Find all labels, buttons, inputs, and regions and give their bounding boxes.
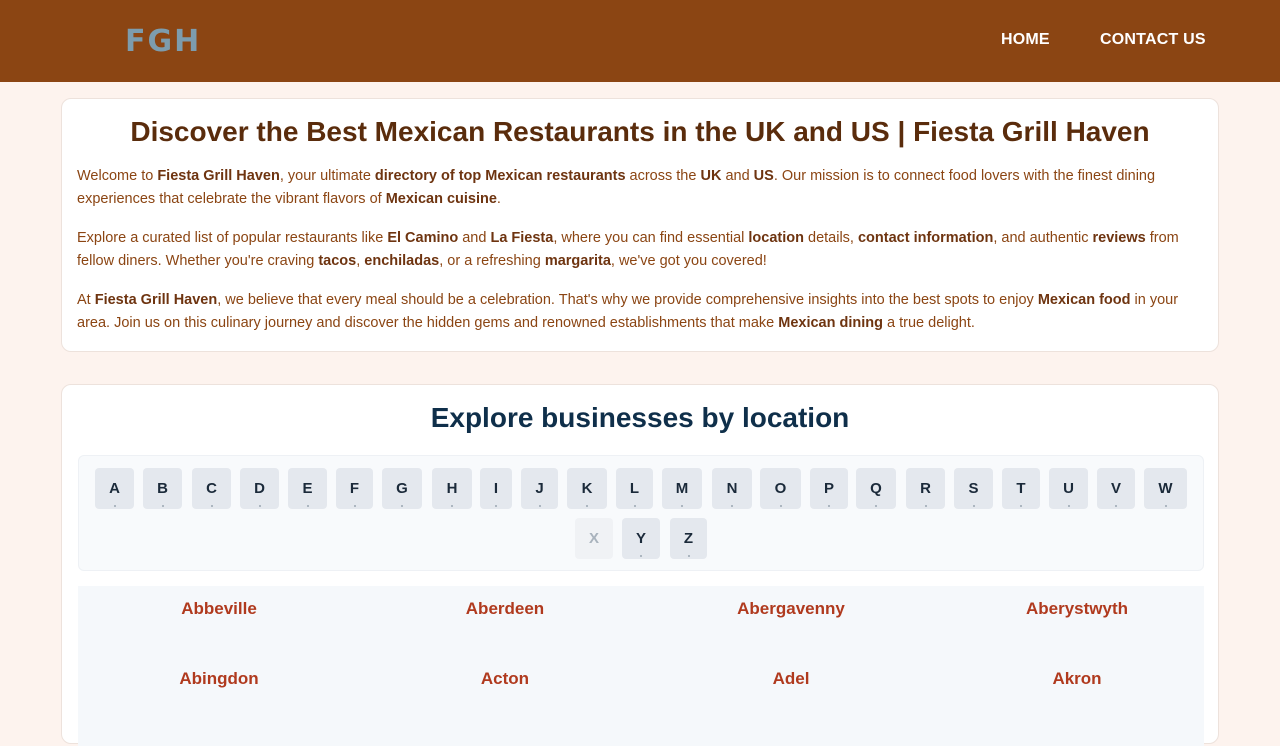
letter-filter-r[interactable]: R [906,468,945,509]
letter-filter-v[interactable]: V [1097,468,1135,509]
city-link[interactable]: Adel [650,669,932,689]
site-header: FGH HOME CONTACT US [0,0,1280,82]
letter-label: E [302,480,313,497]
letter-filter-t[interactable]: T [1002,468,1040,509]
intro-paragraph-2: Explore a curated list of popular restau… [77,230,1179,269]
letter-indicator-dot [161,505,164,507]
letter-filter-u[interactable]: U [1049,468,1088,509]
page-title: Discover the Best Mexican Restaurants in… [130,116,1150,147]
intro-paragraph-1: Welcome to Fiesta Grill Haven, your ulti… [77,168,1156,207]
city-link[interactable]: Aberdeen [364,599,646,619]
location-section-title: Explore businesses by location [430,402,850,433]
letter-filter-i[interactable]: I [480,468,512,509]
letter-indicator-dot [687,555,690,557]
letter-filter-d[interactable]: D [240,468,279,509]
city-link[interactable]: Akron [936,669,1218,689]
letter-filter-x: X [575,518,613,559]
alphabet-filter: A B C D E F G H I J K L M N O P Q R S T U V W X Y Z [78,455,1204,571]
letter-label: J [535,480,544,497]
letter-label: Q [870,480,882,497]
letter-filter-m[interactable]: M [662,468,702,509]
letter-indicator-dot [972,505,975,507]
letter-filter-l[interactable]: L [616,468,653,509]
letter-filter-f[interactable]: F [336,468,373,509]
letter-indicator-dot [640,555,642,557]
letter-label: M [675,480,689,497]
letter-filter-c[interactable]: C [192,468,231,509]
letter-indicator-dot [875,505,877,507]
letter-filter-g[interactable]: G [382,468,422,509]
letter-indicator-dot [681,505,683,507]
letter-indicator-dot [538,505,541,507]
city-link[interactable]: Acton [364,669,646,689]
city-link[interactable]: Abergavenny [650,599,932,619]
letter-indicator-dot [1067,505,1070,507]
letter-label: Y [635,530,646,547]
letter-filter-o[interactable]: O [760,468,801,509]
city-link[interactable]: Aberystwyth [936,599,1218,619]
city-grid: Abbeville Aberdeen Abergavenny Aberystwyth A… [78,586,1204,746]
city-link[interactable]: Abbeville [78,599,360,619]
letter-indicator-dot [353,505,356,507]
letter-label: Z [683,530,694,547]
letter-indicator-dot [495,505,497,507]
letter-label: B [157,480,168,497]
letter-filter-p[interactable]: P [810,468,848,509]
letter-indicator-dot [210,505,213,507]
intro-paragraph-3: At Fiesta Grill Haven, we believe that e… [77,292,1179,331]
letter-label: T [1016,480,1026,497]
letter-filter-n[interactable]: N [712,468,752,509]
letter-filter-k[interactable]: K [567,468,607,509]
letter-label: N [726,480,738,497]
letter-label: W [1158,480,1173,497]
letter-indicator-dot [633,505,636,507]
letter-label: X [588,530,599,547]
nav-home-link[interactable]: HOME [1001,31,1050,49]
letter-indicator-dot [731,505,733,507]
letter-filter-j[interactable]: J [521,468,558,509]
letter-label: D [254,480,265,497]
letter-label: A [109,480,120,497]
letter-indicator-dot [924,505,927,507]
letter-filter-s[interactable]: S [954,468,993,509]
letter-filter-w[interactable]: W [1144,468,1187,509]
letter-label: K [581,480,593,497]
letter-indicator-dot [828,505,830,507]
site-logo[interactable]: FGH [125,24,201,59]
city-link[interactable]: Abingdon [78,669,360,689]
letter-indicator-dot [586,505,588,507]
letter-label: P [823,480,834,497]
letter-indicator-dot [451,505,453,507]
location-card: Explore businesses by location A B C D E F G H I… [61,384,1219,746]
letter-filter-a[interactable]: A [95,468,134,509]
letter-label: I [493,480,499,497]
letter-label: G [396,480,408,497]
letter-indicator-dot [306,505,309,507]
nav-contact-link[interactable]: CONTACT US [1100,31,1206,49]
letter-filter-e[interactable]: E [288,468,327,509]
letter-filter-h[interactable]: H [432,468,472,509]
letter-indicator-dot [779,505,782,507]
letter-label: V [1110,480,1121,497]
letter-filter-q[interactable]: Q [856,468,896,509]
intro-card: Discover the Best Mexican Restaurants in… [61,98,1219,352]
letter-label: H [446,480,458,497]
letter-label: F [349,480,360,497]
letter-label: O [774,480,787,497]
letter-label: R [920,480,931,497]
letter-indicator-dot [1020,505,1022,507]
letter-filter-z[interactable]: Z [670,518,707,559]
letter-indicator-dot [1164,505,1167,507]
letter-indicator-dot [258,505,261,507]
letter-indicator-dot [113,505,116,507]
letter-label: S [968,480,979,497]
letter-filter-y[interactable]: Y [622,518,660,559]
letter-indicator-dot [401,505,403,507]
letter-label: L [629,480,640,497]
letter-filter-b[interactable]: B [143,468,182,509]
letter-indicator-dot [1115,505,1117,507]
letter-label: C [206,480,217,497]
letter-label: U [1063,480,1074,497]
